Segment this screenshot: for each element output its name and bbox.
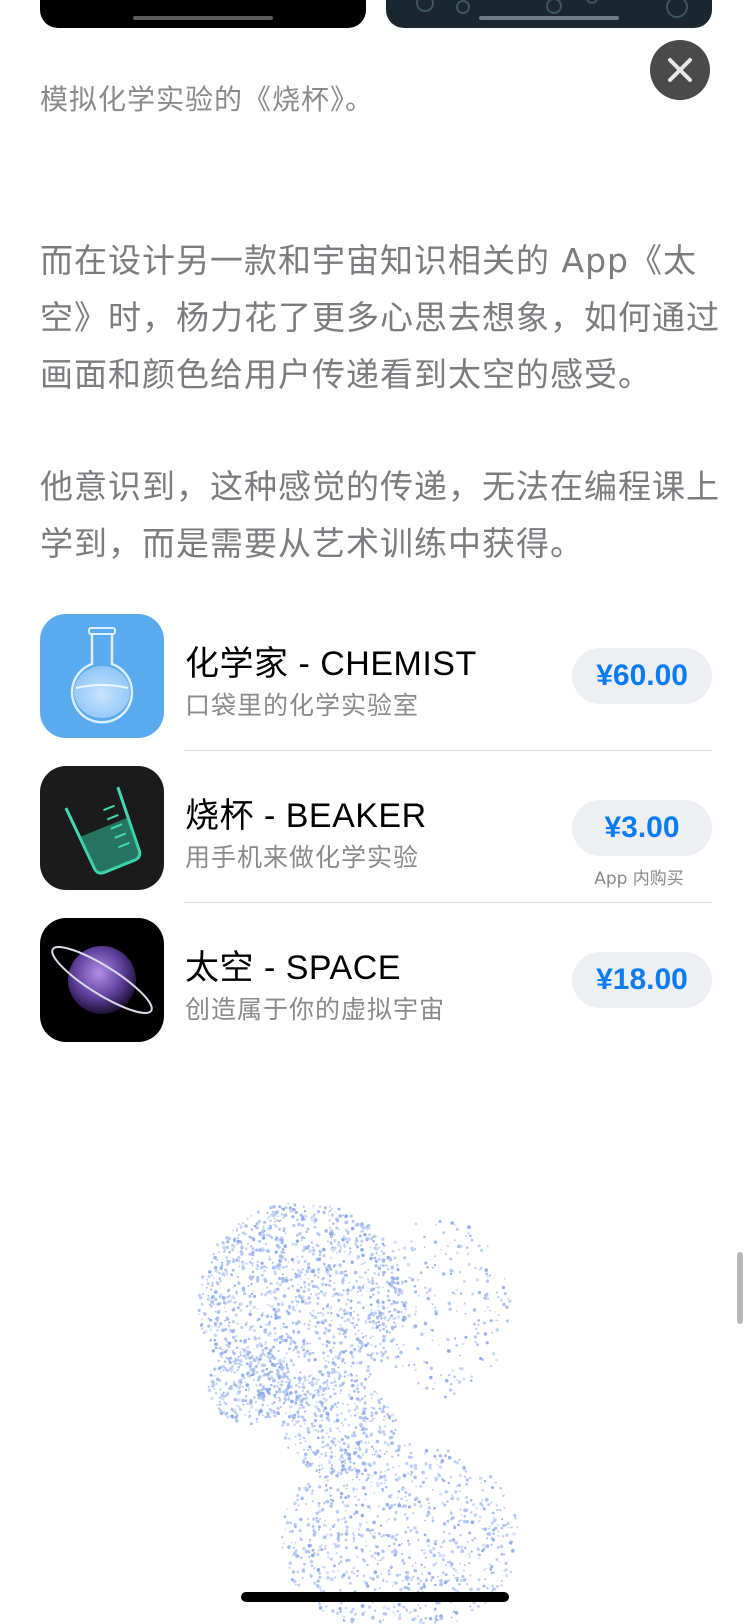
image-caption: 模拟化学实验的《烧杯》。 [40,83,375,116]
app-row-space[interactable]: 太空 - SPACE 创造属于你的虚拟宇宙 ¥18.00 [40,918,712,1044]
article-paragraph: 他意识到，这种感觉的传递，无法在编程课上学到，而是需要从艺术训练中获得。 [40,467,720,563]
app-subtitle: 创造属于你的虚拟宇宙 [185,995,446,1024]
bubble-decoration [546,0,562,14]
home-indicator[interactable] [241,1592,509,1602]
app-name: 烧杯 - BEAKER [185,797,427,835]
divider [184,750,712,751]
thumbnail-home-indicator [133,16,273,20]
bubble-decoration [456,0,470,14]
divider [184,902,712,903]
app-name: 太空 - SPACE [185,949,401,987]
close-icon [668,58,692,82]
particle-head-illustration [190,1198,570,1624]
price-button[interactable]: ¥18.00 [572,952,712,1008]
price-button[interactable]: ¥3.00 [572,800,712,856]
beaker-icon [40,766,164,890]
screenshot-thumbnail[interactable] [386,0,712,28]
app-subtitle: 口袋里的化学实验室 [185,691,420,720]
app-row-chemist[interactable]: 化学家 - CHEMIST 口袋里的化学实验室 ¥60.00 [40,614,712,740]
price-button[interactable]: ¥60.00 [572,648,712,704]
app-name: 化学家 - CHEMIST [185,645,477,683]
bubble-decoration [416,0,434,12]
bubble-decoration [586,0,598,4]
close-button[interactable] [650,40,710,100]
article-paragraph: 而在设计另一款和宇宙知识相关的 App《太空》时，杨力花了更多心思去想象，如何通… [40,241,720,394]
chemistry-flask-icon [40,614,164,738]
thumbnail-home-indicator [479,16,619,20]
scrollbar[interactable] [737,1252,743,1324]
planet-icon [40,918,164,1042]
screenshot-thumbnail[interactable] [40,0,366,28]
app-subtitle: 用手机来做化学实验 [185,843,420,872]
bubble-decoration [666,0,688,18]
in-app-purchase-note: App 内购买 [594,869,684,889]
app-row-beaker[interactable]: 烧杯 - BEAKER 用手机来做化学实验 ¥3.00 App 内购买 [40,766,712,892]
